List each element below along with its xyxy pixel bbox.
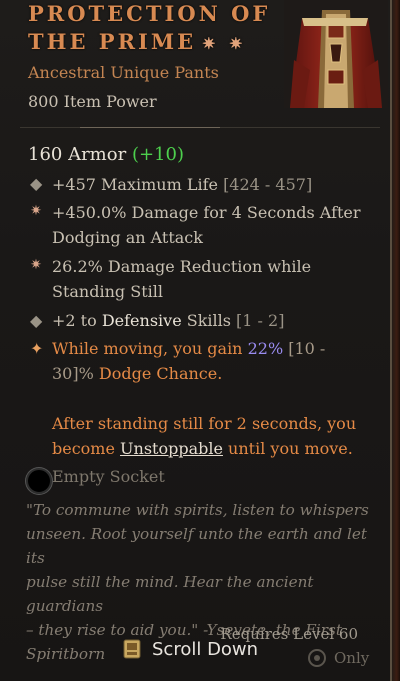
star-bullet-icon: ✷	[30, 257, 42, 273]
unique-text-2: Dodge Chance.	[93, 364, 223, 383]
title-line-1: PROTECTION OF	[28, 1, 271, 26]
scroll-down-label: Scroll Down	[152, 638, 259, 660]
background-edge	[392, 0, 400, 681]
item-pants-image	[284, 0, 388, 108]
item-power: 800 Item Power	[28, 92, 157, 111]
affix-line-2: Standing Still	[52, 282, 163, 301]
affix-range: [1 - 2]	[236, 311, 285, 330]
unique-line-2: 30]% Dodge Chance.	[52, 361, 356, 386]
unique-range-2: 30]%	[52, 364, 94, 383]
flavor-line: pulse still the mind. Hear the ancient g…	[26, 573, 314, 615]
affix-damage-reduction: 26.2% Damage Reduction while Standing St…	[52, 254, 311, 304]
divider	[20, 127, 380, 128]
affix-keyword: Defensive	[101, 311, 182, 330]
affix-line-2: Dodging an Attack	[52, 228, 203, 247]
affix-prefix: +2 to	[52, 311, 102, 330]
only-label: Only	[334, 649, 370, 667]
unique-value: 22%	[247, 339, 284, 358]
only-indicator: Only	[306, 648, 369, 668]
affix-middle: Skills	[181, 311, 237, 330]
scroll-key-icon	[123, 639, 141, 659]
unique-range-1: [10 -	[283, 339, 326, 358]
affix-text: +457 Maximum Life	[52, 175, 218, 194]
unique-effect: While moving, you gain 22% [10 - 30]% Do…	[52, 336, 356, 461]
armor-stat: 160 Armor (+10)	[28, 144, 184, 165]
title-line-2: THE PRIME ✷ ✷	[28, 28, 270, 58]
unique-star-icon: ✦	[30, 339, 44, 358]
flavor-line: "To commune with spirits, listen to whis…	[26, 501, 369, 519]
item-title: PROTECTION OF THE PRIME ✷ ✷	[28, 0, 270, 58]
affix-max-life: +457 Maximum Life [424 - 457]	[52, 172, 312, 197]
unique-para2-line-2: become Unstoppable until you move.	[52, 436, 356, 461]
affix-defensive-skills: +2 to Defensive Skills [1 - 2]	[52, 308, 284, 333]
affix-range: [424 - 457]	[223, 175, 313, 194]
diamond-bullet-icon: ◆	[30, 174, 43, 193]
title-stars-icon: ✷ ✷	[202, 34, 247, 53]
item-type: Ancestral Unique Pants	[28, 63, 219, 82]
affix-line-1: 26.2% Damage Reduction while	[52, 257, 312, 276]
unstoppable-keyword: Unstoppable	[120, 439, 223, 458]
star-bullet-icon: ✷	[30, 203, 42, 219]
seal-icon	[308, 649, 326, 667]
socket-label: Empty Socket	[52, 467, 165, 486]
affix-damage-after-dodge: +450.0% Damage for 4 Seconds After Dodgi…	[52, 200, 361, 250]
scroll-down-button[interactable]: Scroll Down	[122, 634, 258, 664]
unique-para2-line-1: After standing still for 2 seconds, you	[52, 414, 357, 433]
socket-icon	[26, 468, 52, 494]
diamond-bullet-icon: ◆	[30, 311, 43, 330]
affix-line-1: +450.0% Damage for 4 Seconds After	[52, 203, 361, 222]
item-tooltip: PROTECTION OF THE PRIME ✷ ✷ Ancestral Uni…	[0, 0, 395, 681]
armor-value: 160 Armor	[28, 144, 127, 165]
unique-text-1: While moving, you gain	[52, 339, 248, 358]
unique-para2-post: until you move.	[222, 439, 353, 458]
title-line-2-text: THE PRIME	[28, 29, 197, 54]
flavor-line: unseen. Root yourself unto the earth and…	[26, 525, 367, 567]
armor-bonus: (+10)	[131, 144, 184, 165]
unique-para2-pre: become	[52, 439, 121, 458]
unique-line-1: While moving, you gain 22% [10 -	[52, 336, 356, 361]
